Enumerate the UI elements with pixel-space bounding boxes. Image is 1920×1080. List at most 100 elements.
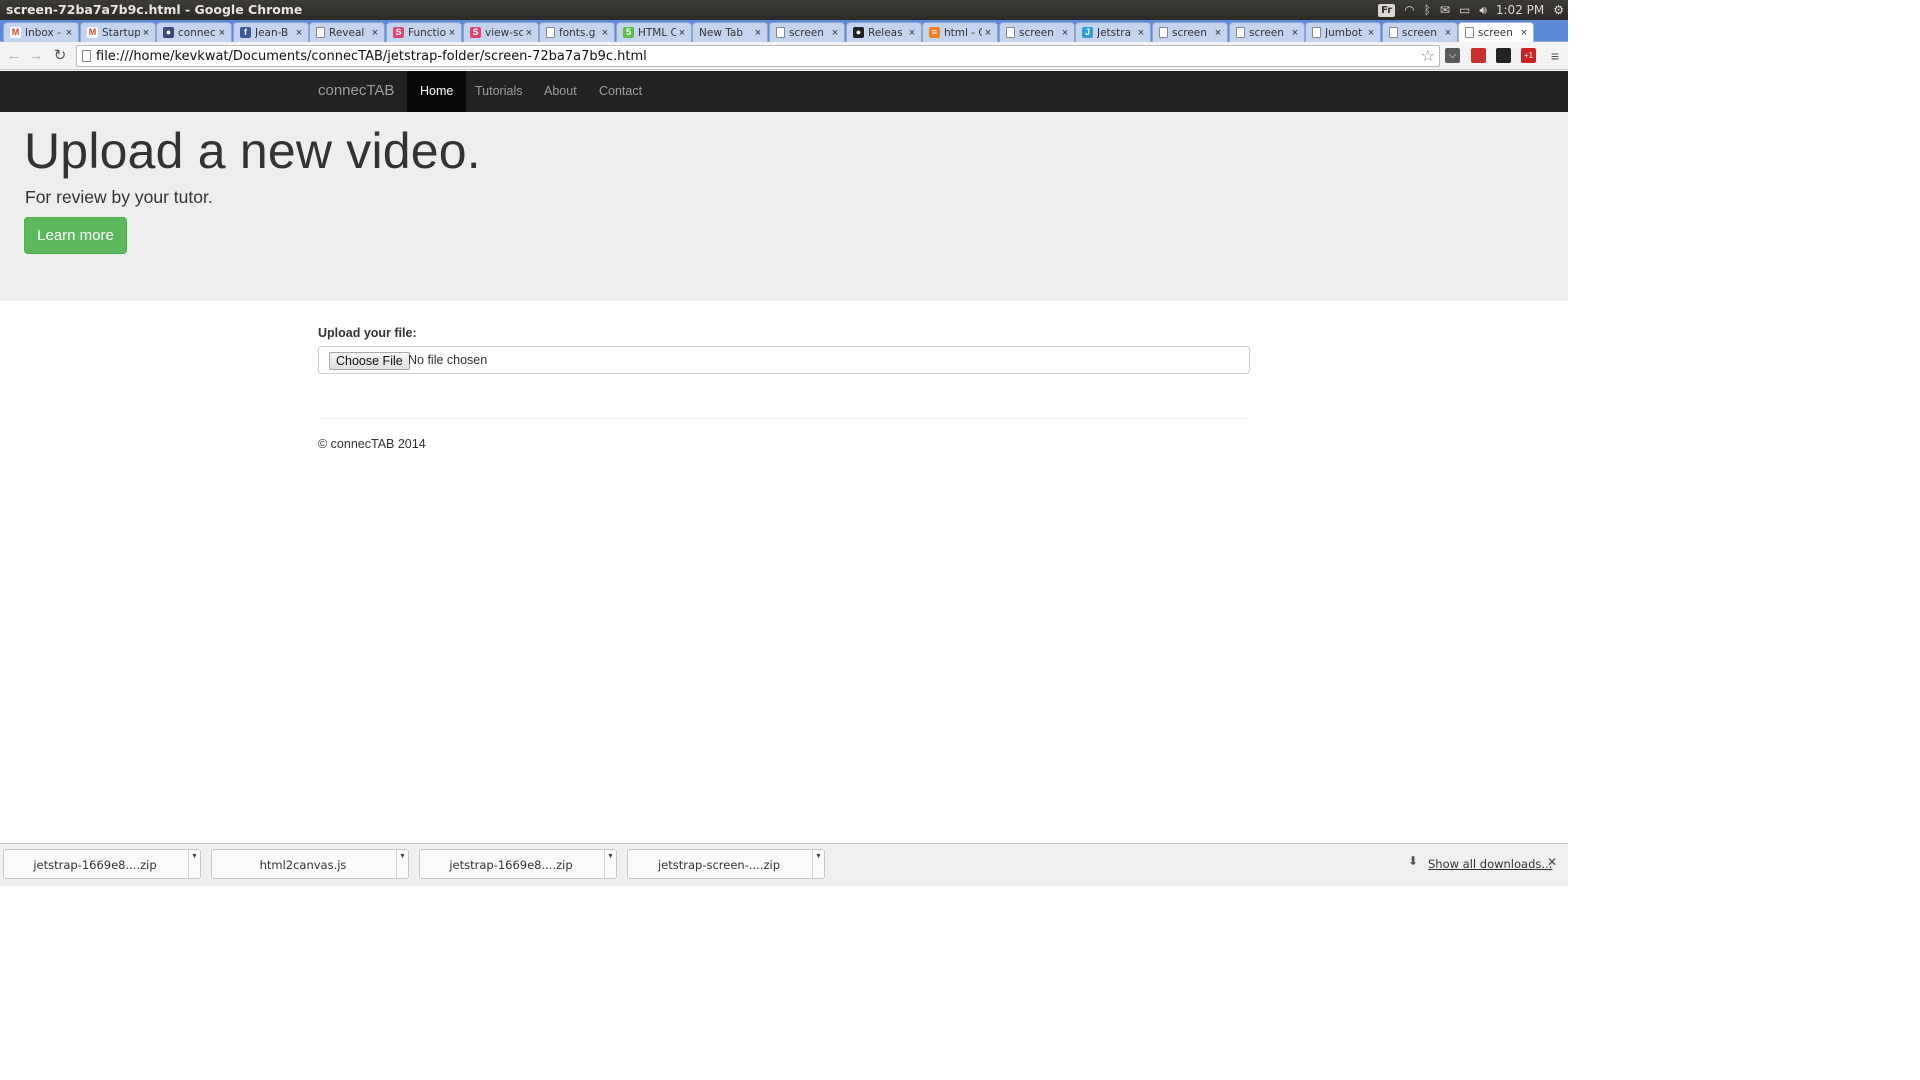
bookmark-star-icon[interactable]: ☆ bbox=[1421, 46, 1435, 66]
browser-tab[interactable]: J Jetstra × bbox=[1075, 22, 1151, 42]
reload-icon[interactable]: ↻ bbox=[51, 47, 69, 65]
browser-tab[interactable]: ● Releas × bbox=[846, 22, 922, 42]
mail-icon[interactable]: ✉ bbox=[1440, 4, 1450, 16]
download-item[interactable]: jetstrap-screen-....zip ▼ bbox=[627, 849, 825, 879]
download-arrow-icon: ⬇ bbox=[1408, 854, 1419, 868]
browser-tab[interactable]: Reveal × bbox=[309, 22, 385, 42]
page-icon bbox=[1312, 27, 1321, 38]
tab-label: Reveal bbox=[329, 26, 365, 39]
address-bar[interactable]: file:///home/kevkwat/Documents/connecTAB… bbox=[76, 45, 1440, 67]
nav-contact[interactable]: Contact bbox=[586, 71, 655, 112]
nav-home[interactable]: Home bbox=[407, 71, 467, 112]
file-input[interactable]: Choose File No file chosen bbox=[318, 346, 1250, 374]
page-icon bbox=[776, 27, 785, 38]
tab-label: Jumbot bbox=[1325, 26, 1363, 39]
page-icon bbox=[1236, 27, 1245, 38]
browser-tab[interactable]: screen × bbox=[769, 22, 845, 42]
nav-about[interactable]: About bbox=[531, 71, 590, 112]
close-icon[interactable]: ✕ bbox=[1547, 855, 1557, 869]
close-icon[interactable]: × bbox=[1365, 27, 1377, 39]
page-icon bbox=[82, 50, 91, 62]
browser-tab[interactable]: M Startup × bbox=[80, 22, 156, 42]
download-filename[interactable]: html2canvas.js bbox=[212, 858, 394, 872]
close-icon[interactable]: × bbox=[523, 27, 535, 39]
keyboard-layout-indicator[interactable]: Fr bbox=[1378, 3, 1396, 17]
browser-tab[interactable]: screen × bbox=[1229, 22, 1305, 42]
close-icon[interactable]: × bbox=[446, 27, 458, 39]
tab-label: screen bbox=[1478, 26, 1513, 39]
browser-tab-strip: M Inbox - × M Startup × ● connec × f Jean-B × Reveal… bbox=[0, 20, 1568, 42]
close-icon[interactable]: × bbox=[140, 27, 152, 39]
close-icon[interactable]: × bbox=[982, 27, 994, 39]
close-icon[interactable]: × bbox=[1442, 27, 1454, 39]
choose-file-button[interactable]: Choose File bbox=[329, 352, 410, 370]
browser-tab[interactable]: f Jean-B × bbox=[233, 22, 309, 42]
google-plus-extension-icon[interactable]: +1 bbox=[1521, 48, 1536, 63]
bluetooth-icon[interactable]: ᛒ bbox=[1424, 4, 1431, 16]
close-icon[interactable]: × bbox=[1135, 27, 1147, 39]
forward-arrow-icon[interactable]: → bbox=[27, 47, 45, 65]
back-arrow-icon[interactable]: ← bbox=[5, 47, 23, 65]
page-icon bbox=[316, 27, 325, 38]
tab-label: screen bbox=[1019, 26, 1054, 39]
tab-label: New Tab bbox=[699, 26, 744, 39]
site-brand[interactable]: connecTAB bbox=[318, 82, 394, 99]
wifi-icon[interactable]: ◠ bbox=[1404, 4, 1414, 16]
close-icon[interactable]: × bbox=[1059, 27, 1071, 39]
os-top-bar: screen-72ba7a7b9c.html - Google Chrome F… bbox=[0, 0, 1568, 20]
show-all-downloads-link[interactable]: Show all downloads... bbox=[1428, 857, 1552, 871]
browser-tab[interactable]: screen × bbox=[1458, 22, 1534, 42]
close-icon[interactable]: × bbox=[829, 27, 841, 39]
close-icon[interactable]: × bbox=[293, 27, 305, 39]
close-icon[interactable]: × bbox=[216, 27, 228, 39]
close-icon[interactable]: × bbox=[676, 27, 688, 39]
terminal-extension-icon[interactable] bbox=[1496, 48, 1511, 63]
tab-label: view-sc bbox=[485, 26, 523, 39]
address-url[interactable]: file:///home/kevkwat/Documents/connecTAB… bbox=[96, 49, 647, 64]
tab-label: Functio bbox=[408, 26, 446, 39]
browser-tab[interactable]: New Tab × bbox=[692, 22, 768, 42]
download-item[interactable]: jetstrap-1669e8....zip ▼ bbox=[3, 849, 201, 879]
close-icon[interactable]: × bbox=[1212, 27, 1224, 39]
chevron-down-icon[interactable]: ▼ bbox=[188, 850, 200, 878]
volume-icon[interactable]: 🔊︎ bbox=[1479, 4, 1487, 16]
browser-tab[interactable]: 5 HTML C × bbox=[616, 22, 692, 42]
download-filename[interactable]: jetstrap-1669e8....zip bbox=[4, 858, 186, 872]
menu-icon[interactable]: ≡ bbox=[1546, 47, 1564, 65]
browser-tab[interactable]: ● connec × bbox=[156, 22, 232, 42]
browser-toolbar: ← → ↻ file:///home/kevkwat/Documents/con… bbox=[0, 42, 1568, 70]
clock[interactable]: 1:02 PM bbox=[1496, 3, 1544, 17]
close-icon[interactable]: × bbox=[63, 27, 75, 39]
browser-tab[interactable]: ≡ html - C × bbox=[922, 22, 998, 42]
close-icon[interactable]: × bbox=[906, 27, 918, 39]
nav-tutorials[interactable]: Tutorials bbox=[462, 71, 535, 112]
browser-tab[interactable]: Sview-sc × bbox=[463, 22, 539, 42]
browser-tab[interactable]: fonts.g × bbox=[539, 22, 615, 42]
chevron-down-icon[interactable]: ▼ bbox=[396, 850, 408, 878]
battery-icon[interactable]: ▭ bbox=[1459, 4, 1470, 16]
learn-more-button[interactable]: Learn more bbox=[24, 217, 127, 254]
window-title: screen-72ba7a7b9c.html - Google Chrome bbox=[6, 2, 303, 17]
close-icon[interactable]: × bbox=[752, 27, 764, 39]
github-icon: ● bbox=[853, 27, 864, 38]
browser-tab[interactable]: M Inbox - × bbox=[3, 22, 79, 42]
close-icon[interactable]: × bbox=[1518, 27, 1530, 39]
download-filename[interactable]: jetstrap-1669e8....zip bbox=[420, 858, 602, 872]
download-item[interactable]: jetstrap-1669e8....zip ▼ bbox=[419, 849, 617, 879]
chevron-down-icon[interactable]: ▼ bbox=[812, 850, 824, 878]
browser-tab[interactable]: Jumbot × bbox=[1305, 22, 1381, 42]
browser-tab[interactable]: screen × bbox=[999, 22, 1075, 42]
chevron-down-icon[interactable]: ▼ bbox=[604, 850, 616, 878]
browser-tab[interactable]: screen × bbox=[1152, 22, 1228, 42]
pocket-extension-icon[interactable]: ⌵ bbox=[1445, 48, 1460, 63]
download-item[interactable]: html2canvas.js ▼ bbox=[211, 849, 409, 879]
gear-icon[interactable]: ⚙ bbox=[1553, 4, 1564, 16]
browser-tab[interactable]: S Functio × bbox=[386, 22, 462, 42]
browser-tab[interactable]: screen × bbox=[1382, 22, 1458, 42]
close-icon[interactable]: × bbox=[1289, 27, 1301, 39]
close-icon[interactable]: × bbox=[599, 27, 611, 39]
close-icon[interactable]: × bbox=[369, 27, 381, 39]
bookmark-extension-icon[interactable] bbox=[1471, 48, 1486, 63]
download-filename[interactable]: jetstrap-screen-....zip bbox=[628, 858, 810, 872]
gmail-icon: M bbox=[87, 27, 98, 38]
